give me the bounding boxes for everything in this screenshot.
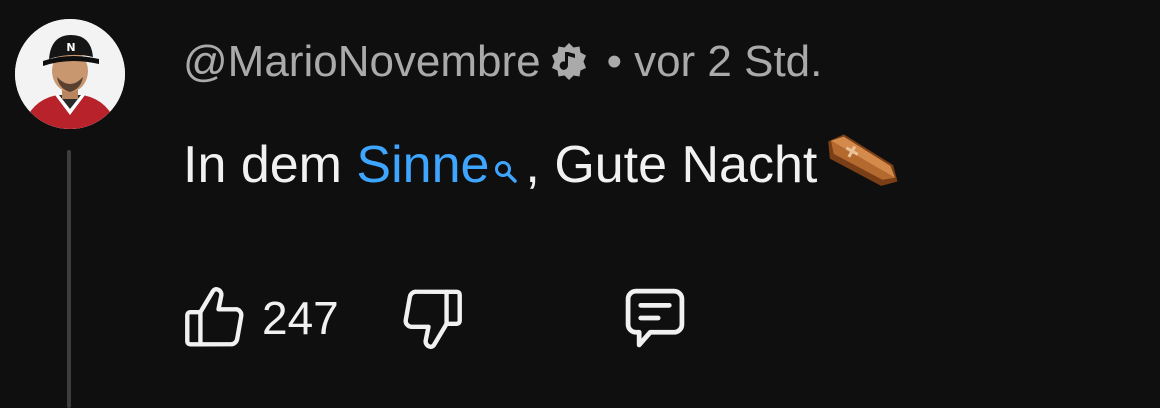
search-link[interactable]: Sinne (356, 135, 489, 195)
search-icon[interactable] (493, 138, 519, 183)
thread-line (67, 150, 71, 408)
comment-text-start: In dem (183, 136, 357, 194)
avatar[interactable]: N (15, 19, 125, 129)
reply-button[interactable] (617, 280, 693, 356)
meta-separator: • (606, 37, 623, 86)
dislike-button[interactable] (397, 283, 467, 353)
coffin-emoji (819, 125, 905, 197)
like-button[interactable]: 247 (180, 283, 339, 353)
like-count: 247 (262, 292, 339, 344)
svg-text:N: N (66, 41, 75, 54)
music-note-badge-icon (549, 42, 589, 82)
comment-actions: 247 (180, 278, 693, 358)
timestamp[interactable]: vor 2 Std. (634, 37, 822, 87)
thumbs-up-icon (180, 283, 250, 353)
comment-text: In dem Sinne , Gute Nacht (183, 130, 905, 200)
author-name[interactable]: @MarioNovembre (183, 37, 541, 87)
comment-text-end: , Gute Nacht (525, 136, 818, 194)
reply-icon (617, 280, 693, 356)
comment-header: @MarioNovembre • vor 2 Std. (183, 30, 822, 94)
thumbs-down-icon (397, 283, 467, 353)
